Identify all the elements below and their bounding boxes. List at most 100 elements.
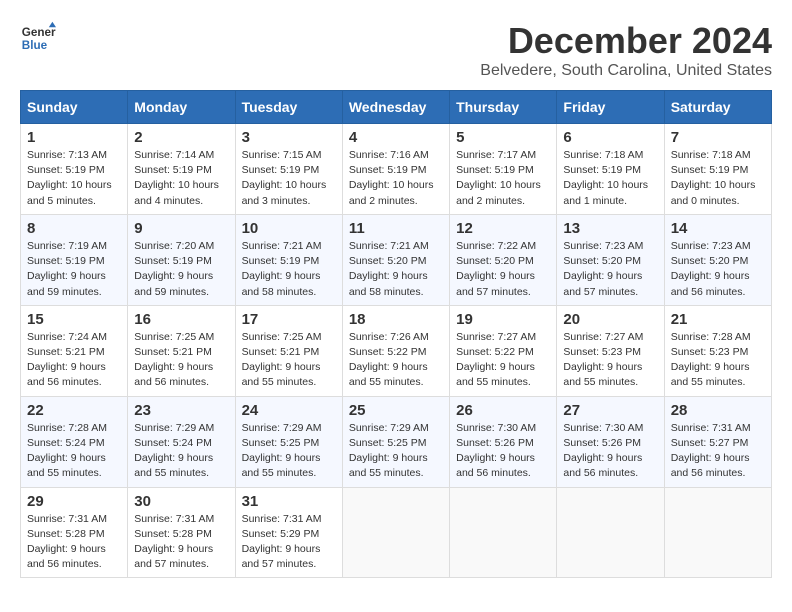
day-info: Sunrise: 7:28 AMSunset: 5:24 PMDaylight:… [27, 421, 121, 482]
calendar-cell [342, 487, 449, 578]
day-info: Sunrise: 7:29 AMSunset: 5:25 PMDaylight:… [242, 421, 336, 482]
calendar-cell: 23 Sunrise: 7:29 AMSunset: 5:24 PMDayligh… [128, 396, 235, 487]
day-info: Sunrise: 7:15 AMSunset: 5:19 PMDaylight:… [242, 148, 336, 209]
calendar-cell: 11 Sunrise: 7:21 AMSunset: 5:20 PMDayligh… [342, 214, 449, 305]
calendar-cell [557, 487, 664, 578]
calendar-cell: 4 Sunrise: 7:16 AMSunset: 5:19 PMDaylight… [342, 124, 449, 215]
day-info: Sunrise: 7:14 AMSunset: 5:19 PMDaylight:… [134, 148, 228, 209]
day-number: 16 [134, 311, 228, 328]
calendar-cell: 31 Sunrise: 7:31 AMSunset: 5:29 PMDayligh… [235, 487, 342, 578]
day-number: 10 [242, 220, 336, 237]
calendar-cell: 25Sunrise: 7:29 AMSunset: 5:25 PMDayligh… [342, 396, 449, 487]
calendar-cell: 15 Sunrise: 7:24 AMSunset: 5:21 PMDayligh… [21, 305, 128, 396]
day-info: Sunrise: 7:25 AMSunset: 5:21 PMDaylight:… [242, 330, 336, 391]
day-info: Sunrise: 7:26 AMSunset: 5:22 PMDaylight:… [349, 330, 443, 391]
day-number: 12 [456, 220, 550, 237]
day-number: 11 [349, 220, 443, 237]
day-number: 13 [563, 220, 657, 237]
header-wednesday: Wednesday [342, 91, 449, 124]
svg-text:General: General [22, 26, 56, 39]
calendar-cell: 29 Sunrise: 7:31 AMSunset: 5:28 PMDayligh… [21, 487, 128, 578]
day-number: 26 [456, 402, 550, 419]
day-info: Sunrise: 7:23 AMSunset: 5:20 PMDaylight:… [671, 239, 765, 300]
calendar-cell: 26Sunrise: 7:30 AMSunset: 5:26 PMDayligh… [450, 396, 557, 487]
calendar-cell: 9Sunrise: 7:20 AMSunset: 5:19 PMDaylight… [128, 214, 235, 305]
day-info: Sunrise: 7:25 AMSunset: 5:21 PMDaylight:… [134, 330, 228, 391]
day-info: Sunrise: 7:30 AMSunset: 5:26 PMDaylight:… [563, 421, 657, 482]
day-info: Sunrise: 7:20 AMSunset: 5:19 PMDaylight:… [134, 239, 228, 300]
calendar-cell: 22 Sunrise: 7:28 AMSunset: 5:24 PMDayligh… [21, 396, 128, 487]
calendar-cell: 10Sunrise: 7:21 AMSunset: 5:19 PMDayligh… [235, 214, 342, 305]
calendar-cell: 6Sunrise: 7:18 AMSunset: 5:19 PMDaylight… [557, 124, 664, 215]
calendar-cell: 28Sunrise: 7:31 AMSunset: 5:27 PMDayligh… [664, 396, 771, 487]
day-number: 25 [349, 402, 443, 419]
day-number: 15 [27, 311, 121, 328]
svg-text:Blue: Blue [22, 39, 48, 52]
calendar-cell: 13 Sunrise: 7:23 AMSunset: 5:20 PMDayligh… [557, 214, 664, 305]
day-number: 3 [242, 129, 336, 146]
calendar-cell: 8Sunrise: 7:19 AMSunset: 5:19 PMDaylight… [21, 214, 128, 305]
calendar-cell: 17 Sunrise: 7:25 AMSunset: 5:21 PMDayligh… [235, 305, 342, 396]
header-monday: Monday [128, 91, 235, 124]
calendar-cell: 7 Sunrise: 7:18 AMSunset: 5:19 PMDaylight… [664, 124, 771, 215]
calendar-header-row: SundayMondayTuesdayWednesdayThursdayFrid… [21, 91, 772, 124]
calendar-cell: 2Sunrise: 7:14 AMSunset: 5:19 PMDaylight… [128, 124, 235, 215]
header-tuesday: Tuesday [235, 91, 342, 124]
calendar-cell: 27 Sunrise: 7:30 AMSunset: 5:26 PMDayligh… [557, 396, 664, 487]
day-info: Sunrise: 7:23 AMSunset: 5:20 PMDaylight:… [563, 239, 657, 300]
day-number: 7 [671, 129, 765, 146]
logo-icon: General Blue [20, 20, 56, 56]
day-info: Sunrise: 7:13 AMSunset: 5:19 PMDaylight:… [27, 148, 121, 209]
day-number: 31 [242, 493, 336, 510]
header-saturday: Saturday [664, 91, 771, 124]
month-title: December 2024 [480, 20, 772, 62]
day-number: 28 [671, 402, 765, 419]
day-number: 30 [134, 493, 228, 510]
day-info: Sunrise: 7:29 AMSunset: 5:24 PMDaylight:… [134, 421, 228, 482]
day-info: Sunrise: 7:21 AMSunset: 5:20 PMDaylight:… [349, 239, 443, 300]
page-header: General Blue December 2024 Belvedere, So… [20, 20, 772, 80]
day-number: 27 [563, 402, 657, 419]
title-area: December 2024 Belvedere, South Carolina,… [480, 20, 772, 80]
day-info: Sunrise: 7:31 AMSunset: 5:28 PMDaylight:… [27, 512, 121, 573]
calendar-cell: 20Sunrise: 7:27 AMSunset: 5:23 PMDayligh… [557, 305, 664, 396]
day-info: Sunrise: 7:17 AMSunset: 5:19 PMDaylight:… [456, 148, 550, 209]
calendar-cell: 19Sunrise: 7:27 AMSunset: 5:22 PMDayligh… [450, 305, 557, 396]
day-info: Sunrise: 7:27 AMSunset: 5:22 PMDaylight:… [456, 330, 550, 391]
day-info: Sunrise: 7:31 AMSunset: 5:29 PMDaylight:… [242, 512, 336, 573]
calendar-week-row: 15 Sunrise: 7:24 AMSunset: 5:21 PMDayligh… [21, 305, 772, 396]
logo: General Blue [20, 20, 56, 56]
day-number: 23 [134, 402, 228, 419]
day-number: 4 [349, 129, 443, 146]
calendar-cell [664, 487, 771, 578]
day-info: Sunrise: 7:31 AMSunset: 5:28 PMDaylight:… [134, 512, 228, 573]
calendar-cell: 3 Sunrise: 7:15 AMSunset: 5:19 PMDaylight… [235, 124, 342, 215]
calendar-cell [450, 487, 557, 578]
day-number: 21 [671, 311, 765, 328]
calendar-cell: 18 Sunrise: 7:26 AMSunset: 5:22 PMDayligh… [342, 305, 449, 396]
calendar-cell: 1Sunrise: 7:13 AMSunset: 5:19 PMDaylight… [21, 124, 128, 215]
header-friday: Friday [557, 91, 664, 124]
header-thursday: Thursday [450, 91, 557, 124]
day-number: 18 [349, 311, 443, 328]
day-number: 20 [563, 311, 657, 328]
day-number: 22 [27, 402, 121, 419]
day-info: Sunrise: 7:24 AMSunset: 5:21 PMDaylight:… [27, 330, 121, 391]
calendar-cell: 16 Sunrise: 7:25 AMSunset: 5:21 PMDayligh… [128, 305, 235, 396]
day-number: 17 [242, 311, 336, 328]
day-number: 29 [27, 493, 121, 510]
day-number: 5 [456, 129, 550, 146]
location-title: Belvedere, South Carolina, United States [480, 62, 772, 80]
calendar-cell: 24Sunrise: 7:29 AMSunset: 5:25 PMDayligh… [235, 396, 342, 487]
calendar-week-row: 29 Sunrise: 7:31 AMSunset: 5:28 PMDayligh… [21, 487, 772, 578]
day-info: Sunrise: 7:18 AMSunset: 5:19 PMDaylight:… [671, 148, 765, 209]
header-sunday: Sunday [21, 91, 128, 124]
day-info: Sunrise: 7:22 AMSunset: 5:20 PMDaylight:… [456, 239, 550, 300]
calendar-week-row: 22 Sunrise: 7:28 AMSunset: 5:24 PMDayligh… [21, 396, 772, 487]
day-info: Sunrise: 7:16 AMSunset: 5:19 PMDaylight:… [349, 148, 443, 209]
day-number: 6 [563, 129, 657, 146]
calendar-week-row: 1Sunrise: 7:13 AMSunset: 5:19 PMDaylight… [21, 124, 772, 215]
calendar-cell: 14Sunrise: 7:23 AMSunset: 5:20 PMDayligh… [664, 214, 771, 305]
calendar-cell: 12 Sunrise: 7:22 AMSunset: 5:20 PMDayligh… [450, 214, 557, 305]
calendar-week-row: 8Sunrise: 7:19 AMSunset: 5:19 PMDaylight… [21, 214, 772, 305]
